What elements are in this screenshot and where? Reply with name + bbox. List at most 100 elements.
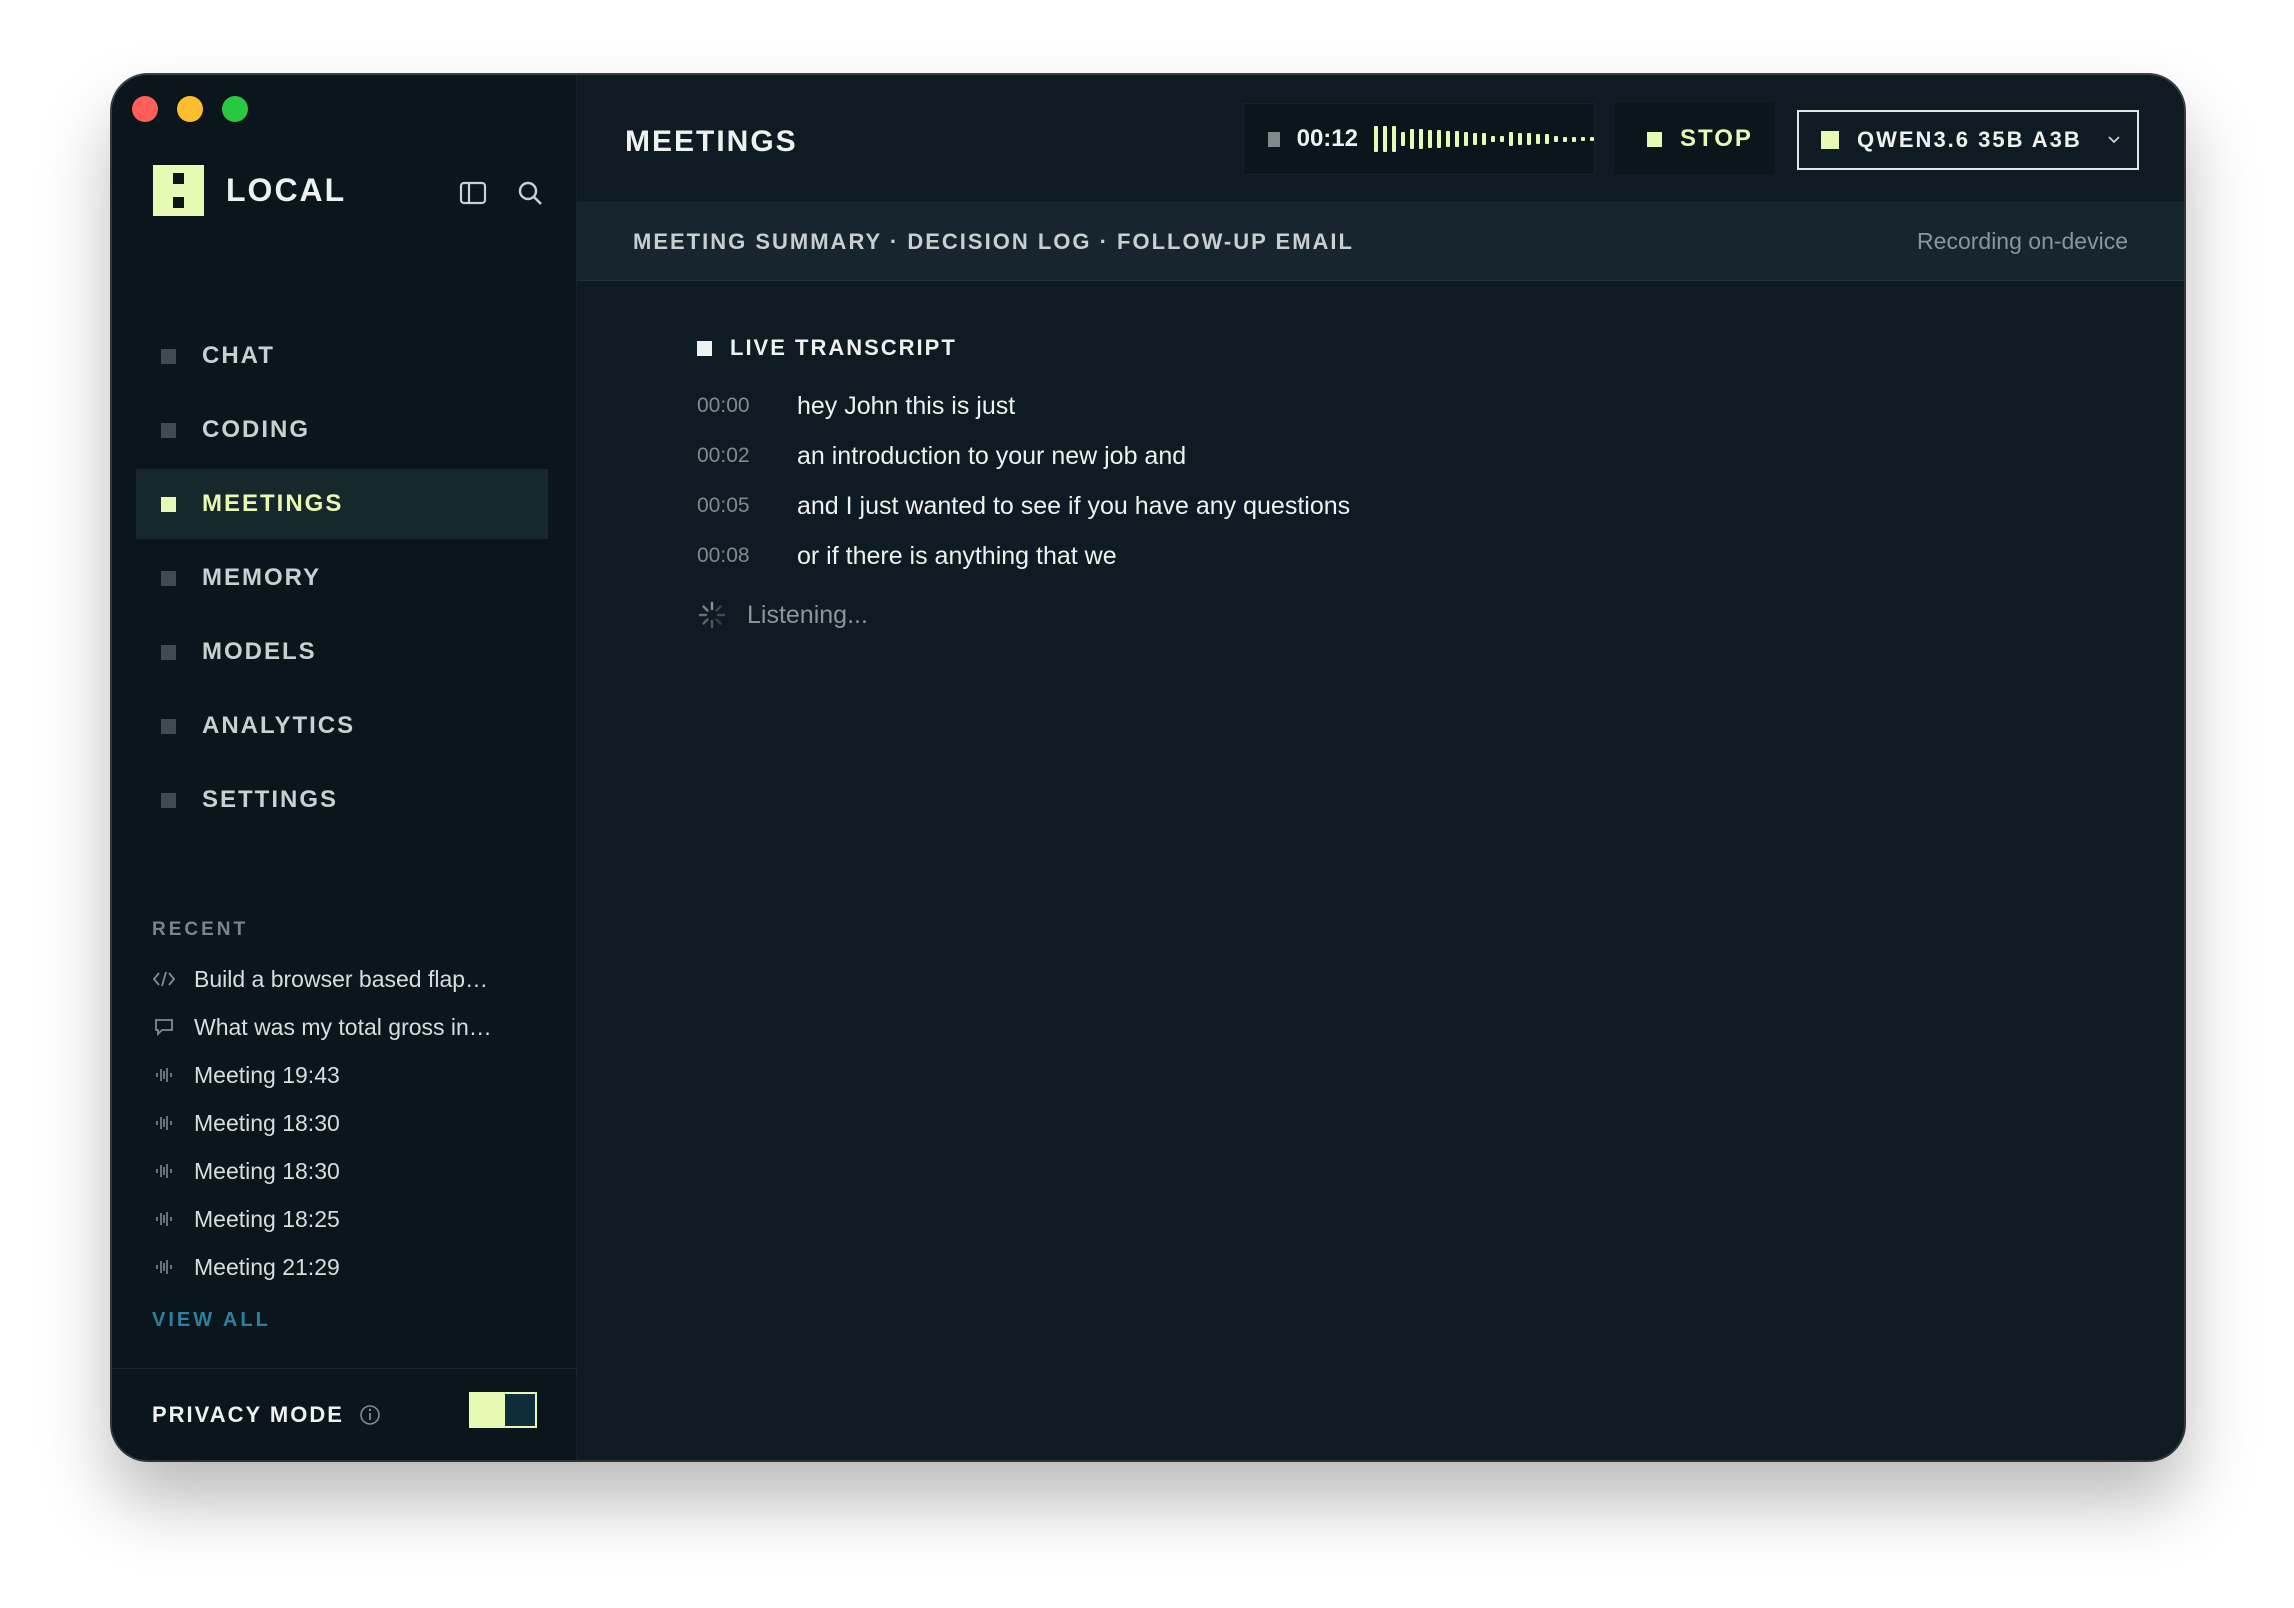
recording-status: Recording on-device	[1917, 228, 2128, 254]
nav-item-label: MEETINGS	[202, 490, 344, 517]
recent-item[interactable]: Meeting 18:25	[152, 1195, 552, 1243]
transcript-heading: LIVE TRANSCRIPT	[697, 335, 1350, 361]
recent-item[interactable]: Build a browser based flap…	[152, 955, 552, 1003]
live-transcript: LIVE TRANSCRIPT 00:00 hey John this is ju…	[697, 335, 1350, 639]
model-selector-label: QWEN3.6 35B A3B	[1857, 127, 2082, 152]
stop-icon	[1647, 131, 1662, 147]
recent-item-label: Meeting 18:30	[194, 1109, 340, 1136]
recording-timer: 00:12	[1243, 103, 1595, 175]
window-controls	[132, 96, 248, 122]
waveform-bar	[1401, 132, 1405, 146]
waveform-bar	[1410, 129, 1414, 149]
tab-follow-up-email[interactable]: FOLLOW-UP EMAIL	[1117, 229, 1354, 254]
waveform-bar	[1482, 133, 1486, 145]
waveform-bar	[1554, 136, 1558, 142]
zoom-window-button[interactable]	[222, 96, 248, 122]
stop-button-label: STOP	[1680, 125, 1753, 152]
recent-heading: RECENT	[152, 919, 249, 940]
listening-indicator: Listening...	[697, 591, 1350, 639]
model-square-icon	[1821, 131, 1839, 149]
transcript-timestamp: 00:05	[697, 494, 750, 517]
transcript-text: hey John this is just	[797, 391, 1016, 420]
recent-item[interactable]: Meeting 18:30	[152, 1147, 552, 1195]
nav-item-chat[interactable]: CHAT	[136, 321, 548, 391]
recent-item-label: Meeting 19:43	[194, 1061, 340, 1088]
page-title: MEETINGS	[625, 125, 798, 158]
stop-recording-button[interactable]: STOP	[1615, 103, 1775, 175]
nav-item-memory[interactable]: MEMORY	[136, 543, 548, 613]
recent-item-label: Meeting 18:25	[194, 1205, 340, 1232]
waveform-bar	[1455, 131, 1459, 147]
search-icon[interactable]	[514, 177, 546, 209]
recent-item[interactable]: Meeting 21:29	[152, 1243, 552, 1291]
logo-icon	[153, 165, 204, 216]
waveform-bar	[1545, 134, 1549, 144]
chat-bubble-icon	[152, 1015, 176, 1039]
waveform-bar	[1590, 137, 1594, 141]
recording-square-icon	[1268, 131, 1280, 147]
nav-item-coding[interactable]: CODING	[136, 395, 548, 465]
sidebar: LOCAL CHAT CODING MEETINGS MEMORY MODELS…	[112, 75, 577, 1460]
nav-item-analytics[interactable]: ANALYTICS	[136, 691, 548, 761]
listening-label: Listening...	[747, 600, 868, 629]
tab-meeting-summary[interactable]: MEETING SUMMARY	[633, 229, 882, 254]
square-bullet-icon	[161, 644, 176, 660]
info-icon[interactable]	[358, 1403, 382, 1427]
chevron-down-icon	[2104, 130, 2124, 150]
transcript-timestamp: 00:08	[697, 544, 750, 567]
recent-item-label: Build a browser based flap…	[194, 965, 489, 992]
toggle-knob	[505, 1394, 535, 1426]
nav-item-settings[interactable]: SETTINGS	[136, 765, 548, 835]
recent-item[interactable]: What was my total gross in…	[152, 1003, 552, 1051]
square-bullet-icon	[161, 348, 176, 364]
square-bullet-icon	[161, 792, 176, 808]
privacy-mode-row: PRIVACY MODE	[112, 1368, 577, 1460]
recent-list: Build a browser based flap… What was my …	[152, 955, 552, 1291]
nav-item-label: CODING	[202, 416, 310, 443]
transcript-text: or if there is anything that we	[797, 541, 1117, 570]
recent-item[interactable]: Meeting 18:30	[152, 1099, 552, 1147]
transcript-line: 00:02 an introduction to your new job and	[697, 431, 1350, 481]
waveform-bar	[1464, 132, 1468, 146]
transcript-text: and I just wanted to see if you have any…	[797, 491, 1351, 520]
waveform-icon	[152, 1063, 176, 1087]
close-window-button[interactable]	[132, 96, 158, 122]
brand: LOCAL	[153, 165, 346, 216]
code-icon	[152, 967, 176, 991]
square-bullet-icon	[161, 422, 176, 438]
top-bar: MEETINGS 00:12 STOP QWEN3.6 35B A3B	[577, 75, 2184, 203]
privacy-mode-toggle[interactable]	[469, 1392, 537, 1428]
waveform-bar	[1581, 137, 1585, 141]
nav-item-label: MODELS	[202, 638, 317, 665]
sidebar-toggle-icon[interactable]	[457, 177, 489, 209]
output-tabs-bar: MEETING SUMMARY · DECISION LOG · FOLLOW-…	[577, 203, 2184, 281]
minimize-window-button[interactable]	[177, 96, 203, 122]
transcript-timestamp: 00:02	[697, 444, 750, 467]
nav-item-meetings[interactable]: MEETINGS	[136, 469, 548, 539]
view-all-link[interactable]: VIEW ALL	[152, 1309, 271, 1332]
transcript-timestamp: 00:00	[697, 394, 750, 417]
waveform-icon	[152, 1255, 176, 1279]
square-bullet-icon	[697, 340, 712, 356]
recent-item[interactable]: Meeting 19:43	[152, 1051, 552, 1099]
transcript-line: 00:05 and I just wanted to see if you hav…	[697, 481, 1350, 531]
waveform-bar	[1563, 136, 1567, 142]
recent-item-label: Meeting 18:30	[194, 1157, 340, 1184]
nav-item-label: CHAT	[202, 342, 275, 369]
nav-item-label: MEMORY	[202, 564, 322, 591]
waveform-bar	[1383, 126, 1387, 152]
transcript-line: 00:08 or if there is anything that we	[697, 531, 1350, 581]
model-selector[interactable]: QWEN3.6 35B A3B	[1797, 110, 2139, 170]
tab-separator: ·	[881, 228, 908, 254]
waveform-bar	[1419, 129, 1423, 149]
brand-name: LOCAL	[226, 172, 347, 208]
tab-decision-log[interactable]: DECISION LOG	[907, 229, 1091, 254]
main-panel: MEETINGS 00:12 STOP QWEN3.6 35B A3B MEET…	[577, 75, 2184, 1460]
elapsed-time: 00:12	[1296, 125, 1358, 152]
nav-item-label: ANALYTICS	[202, 712, 356, 739]
waveform-bar	[1428, 130, 1432, 148]
waveform-bar	[1437, 130, 1441, 148]
nav-item-models[interactable]: MODELS	[136, 617, 548, 687]
waveform-bar	[1491, 136, 1495, 142]
waveform-icon	[152, 1111, 176, 1135]
